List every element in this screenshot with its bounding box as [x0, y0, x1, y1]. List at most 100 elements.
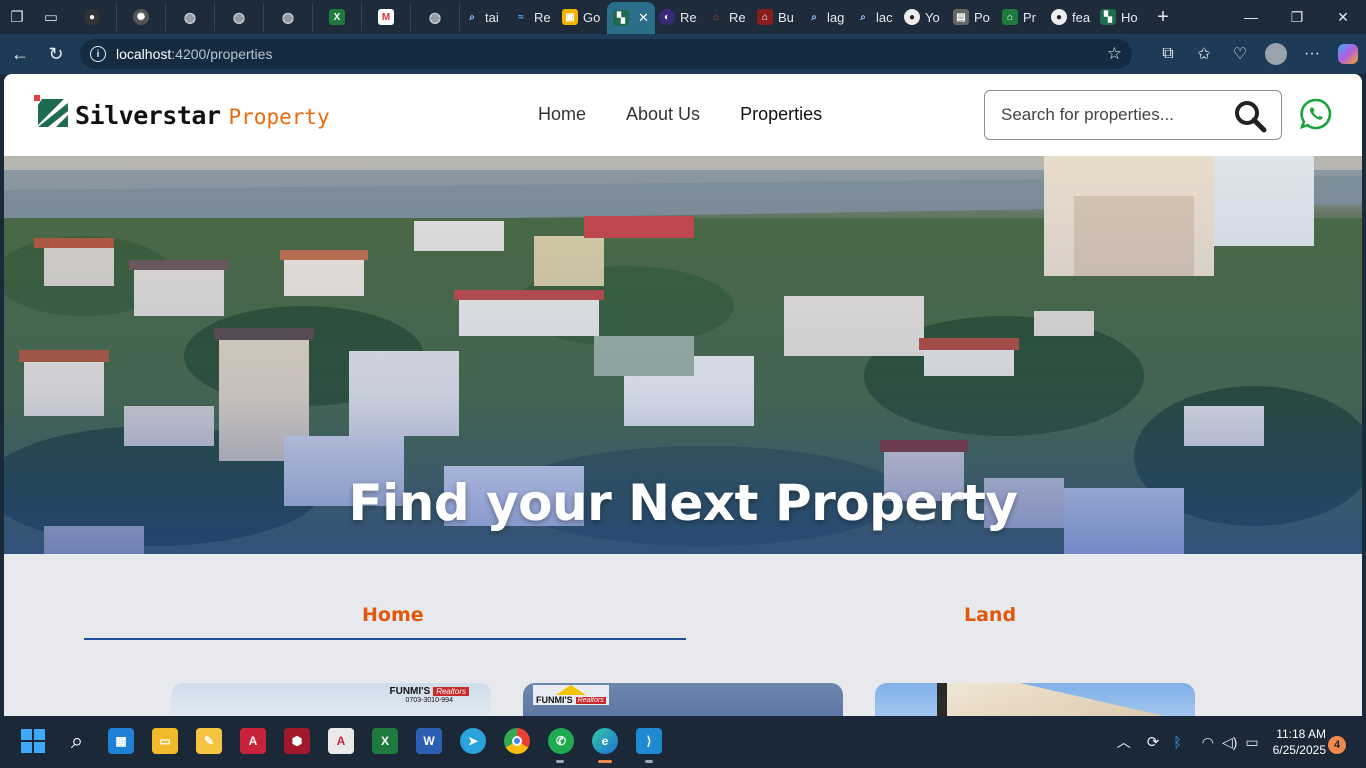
url-path: :4200/properties [171, 46, 273, 62]
tab-actions-icon[interactable]: ▭ [34, 0, 68, 34]
sync-icon[interactable]: ⟳ [1147, 733, 1160, 751]
chevron-up-icon[interactable]: ︿ [1117, 732, 1131, 752]
tab-12[interactable]: ● fea [1047, 3, 1096, 31]
search-icon[interactable] [1233, 99, 1267, 133]
clock[interactable]: 11:18 AM 6/25/2025 [1273, 726, 1326, 758]
tab-pinned-chatgpt[interactable]: ✺ [117, 3, 166, 31]
file-explorer-icon[interactable]: ▭ [152, 728, 178, 754]
card-badge: FUNMI'S Realtors 0703-3010-994 [389, 686, 469, 704]
tab-1[interactable]: ≈ Re [509, 3, 558, 31]
tab-label: Bu [778, 9, 794, 25]
main-nav: Home About Us Properties [538, 104, 822, 125]
tab-pinned-globe-4[interactable]: ◍ [411, 3, 460, 31]
slides-icon: ▣ [562, 9, 578, 25]
property-card[interactable]: FUNMI'S Realtors [523, 683, 843, 716]
property-search [984, 90, 1282, 140]
badge-tag: Realtors [433, 687, 469, 696]
tab-pinned-globe-1[interactable]: ◍ [166, 3, 215, 31]
edge-icon[interactable]: e [592, 728, 618, 754]
store-icon[interactable]: ▦ [108, 728, 134, 754]
notification-badge[interactable]: 4 [1328, 736, 1346, 754]
property-card[interactable]: FUNMI'S Realtors 0703-3010-994 [171, 683, 491, 716]
site-info-icon[interactable]: i [90, 46, 106, 62]
whatsapp-icon[interactable]: ✆ [548, 728, 574, 754]
tab-11[interactable]: ⌂ Pr [998, 3, 1047, 31]
site-header: Silverstar Property Home About Us Proper… [4, 74, 1362, 156]
nav-properties[interactable]: Properties [740, 104, 822, 125]
bluetooth-icon[interactable]: ᛒ [1173, 734, 1181, 750]
browser-essentials-icon[interactable]: ♡ [1222, 36, 1258, 72]
category-tab-land[interactable]: Land [964, 604, 1016, 626]
start-icon[interactable] [20, 728, 46, 754]
github-icon: ● [1051, 9, 1067, 25]
more-menu-icon[interactable]: ··· [1294, 36, 1330, 72]
search-icon[interactable]: ⌕ [64, 728, 90, 754]
badge-brand: FUNMI'S [536, 695, 573, 705]
autocad-icon[interactable]: A [240, 728, 266, 754]
tab-label: Ho [1121, 9, 1138, 25]
tab-9[interactable]: ● Yo [900, 3, 949, 31]
copilot-icon[interactable] [1330, 36, 1366, 72]
acrobat-icon[interactable]: A [328, 728, 354, 754]
category-tab-home[interactable]: Home [362, 604, 424, 626]
vscode-icon[interactable]: ⟩ [636, 728, 662, 754]
property-card[interactable] [875, 683, 1195, 716]
notes-icon[interactable]: ✎ [196, 728, 222, 754]
tab-label: Pr [1023, 9, 1036, 25]
house-icon: ⌂ [757, 9, 773, 25]
reload-icon[interactable]: ↻ [38, 36, 74, 72]
volume-icon[interactable]: ◁) [1222, 734, 1237, 751]
new-tab-icon[interactable]: + [1145, 6, 1181, 29]
close-window-icon[interactable]: ✕ [1320, 0, 1366, 34]
globe-icon: ◍ [428, 8, 442, 25]
extensions-icon[interactable]: ⧉ [1150, 36, 1186, 72]
page-viewport: Silverstar Property Home About Us Proper… [4, 74, 1362, 716]
restore-icon[interactable]: ❐ [1274, 0, 1320, 34]
tab-pinned-globe-3[interactable]: ◍ [264, 3, 313, 31]
search-input[interactable] [1001, 105, 1221, 125]
tab-8[interactable]: ⌕ lac [851, 3, 900, 31]
favorites-icon[interactable]: ✩ [1186, 36, 1222, 72]
globe-icon: ◍ [281, 8, 295, 25]
whatsapp-icon[interactable] [1300, 98, 1332, 130]
tab-7[interactable]: ⌕ lag [802, 3, 851, 31]
clock-time: 11:18 AM [1276, 727, 1326, 741]
revit-icon[interactable]: ⬢ [284, 728, 310, 754]
tab-0[interactable]: ⌕ tai [460, 3, 509, 31]
tab-pinned-excel[interactable]: X [313, 3, 362, 31]
profile-avatar[interactable] [1265, 43, 1287, 65]
battery-icon[interactable]: ▭ [1245, 734, 1258, 751]
tab-pinned-gmail[interactable]: M [362, 3, 411, 31]
tab-10[interactable]: ▤ Po [949, 3, 998, 31]
tab-13[interactable]: ▚ Ho [1096, 3, 1145, 31]
telegram-icon[interactable]: ➤ [460, 728, 486, 754]
house-icon: ⌂ [1002, 9, 1018, 25]
nav-about-us[interactable]: About Us [626, 104, 700, 125]
address-bar[interactable]: i localhost:4200/properties ☆ [80, 39, 1132, 69]
globe-icon: ◍ [183, 8, 197, 25]
wifi-icon[interactable]: ◠ [1202, 734, 1214, 751]
tab-pinned-github[interactable]: ● [68, 3, 117, 31]
tab-pinned-globe-2[interactable]: ◍ [215, 3, 264, 31]
workspaces-icon[interactable]: ❐ [0, 0, 34, 34]
logo-text-silverstar: Silverstar [75, 101, 221, 130]
excel-icon[interactable]: X [372, 728, 398, 754]
tab-active[interactable]: ▚ ✕ [607, 2, 655, 34]
word-icon[interactable]: W [416, 728, 442, 754]
close-tab-icon[interactable]: ✕ [638, 10, 649, 26]
tab-5[interactable]: ⌂ Re [704, 3, 753, 31]
site-logo[interactable]: Silverstar Property [34, 95, 330, 131]
nav-home[interactable]: Home [538, 104, 586, 125]
page-icon: ▤ [953, 9, 969, 25]
tab-6[interactable]: ⌂ Bu [753, 3, 802, 31]
excel-icon: X [329, 9, 345, 25]
tab-2[interactable]: ▣ Go [558, 3, 607, 31]
chrome-icon[interactable] [504, 728, 530, 754]
minimize-icon[interactable]: — [1228, 0, 1274, 34]
github-icon: ● [904, 9, 920, 25]
search-icon: ⌕ [811, 11, 817, 23]
favorite-star-icon[interactable]: ☆ [1107, 44, 1122, 64]
back-icon[interactable]: ← [2, 36, 38, 72]
tab-4[interactable]: ◐ Re [655, 3, 704, 31]
card-building-post [937, 683, 947, 716]
